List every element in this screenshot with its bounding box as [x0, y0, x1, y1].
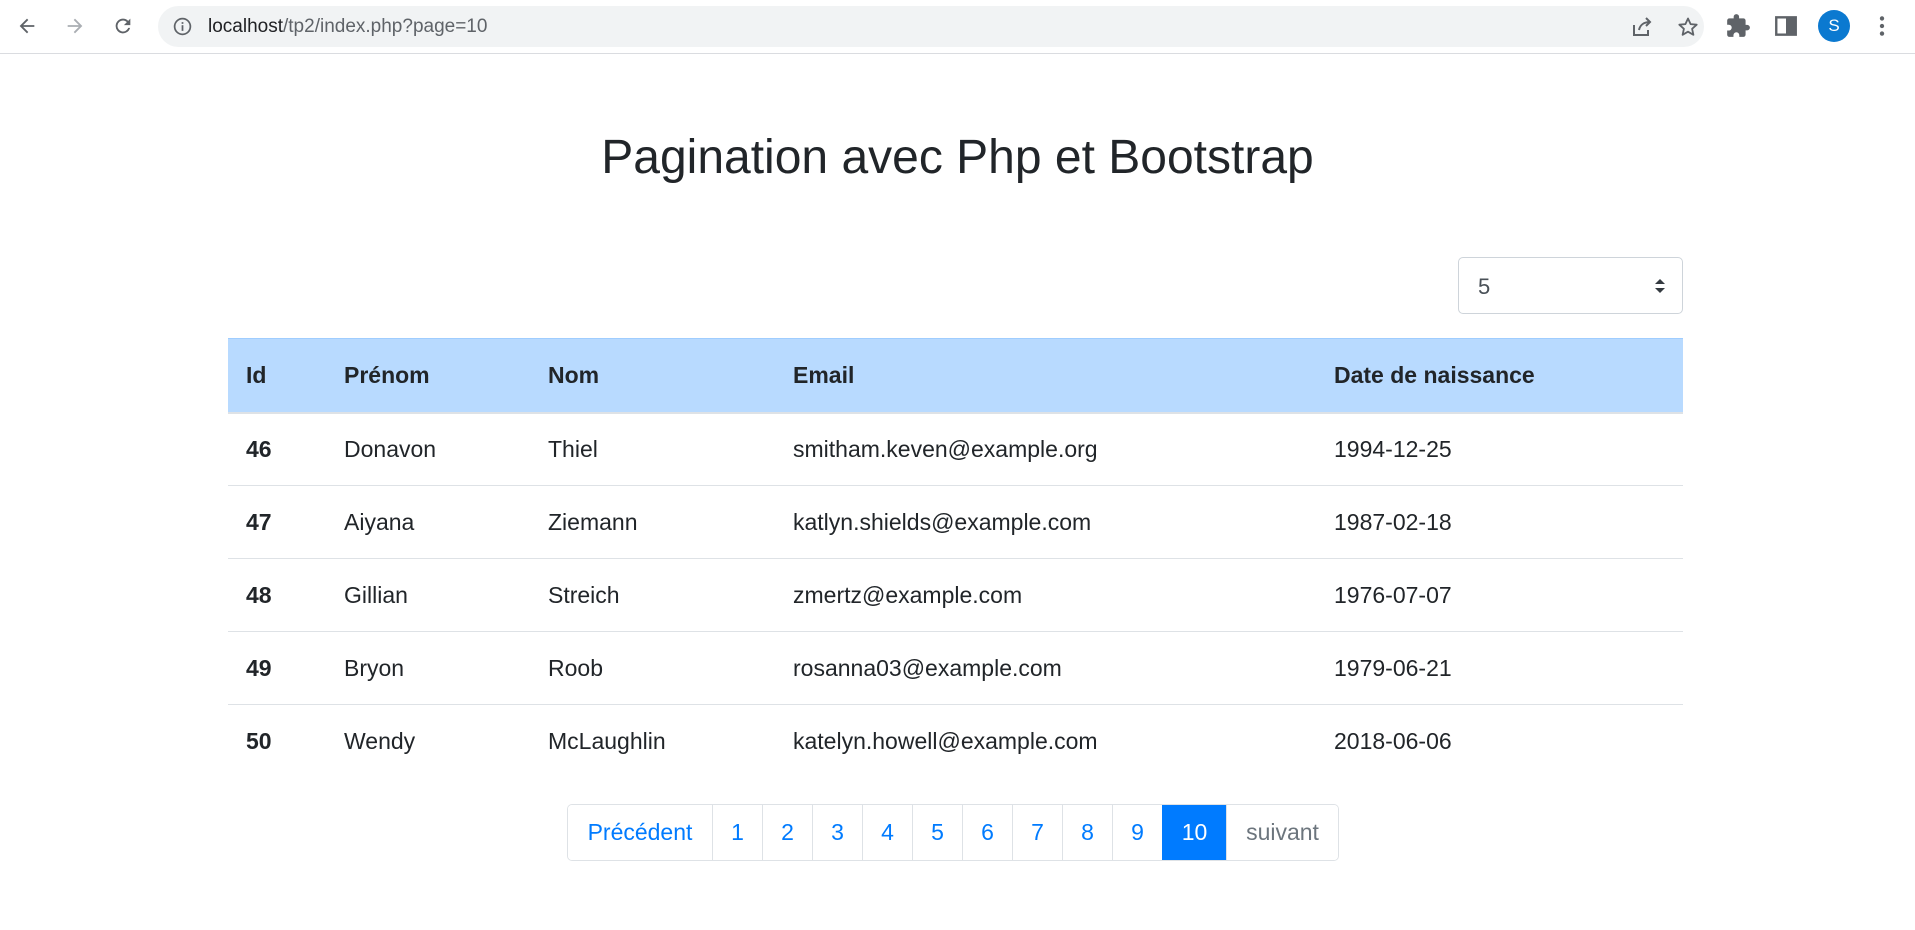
- cell-last-name: Roob: [530, 631, 775, 705]
- reload-icon[interactable]: [105, 8, 141, 44]
- table-row: 49 Bryon Roob rosanna03@example.com 1979…: [228, 631, 1683, 705]
- extensions-icon[interactable]: [1725, 13, 1751, 39]
- pagination-next[interactable]: suivant: [1226, 805, 1338, 860]
- page-link-4[interactable]: 4: [862, 805, 912, 860]
- url-text[interactable]: localhost/tp2/index.php?page=10: [208, 16, 487, 38]
- forward-icon[interactable]: [57, 8, 93, 44]
- back-icon[interactable]: [9, 8, 45, 44]
- page-link-9[interactable]: 9: [1112, 805, 1162, 860]
- cell-first-name: Gillian: [326, 558, 530, 632]
- cell-id: 46: [228, 412, 326, 486]
- cell-email: katlyn.shields@example.com: [775, 485, 1316, 559]
- table-row: 50 Wendy McLaughlin katelyn.howell@examp…: [228, 705, 1683, 778]
- star-icon[interactable]: [1676, 15, 1700, 39]
- page-link-6[interactable]: 6: [962, 805, 1012, 860]
- cell-birth-date: 1994-12-25: [1316, 412, 1683, 486]
- cell-id: 48: [228, 558, 326, 632]
- sort-arrows-icon: [1655, 279, 1665, 293]
- cell-email: katelyn.howell@example.com: [793, 727, 1098, 754]
- page-link-7[interactable]: 7: [1012, 805, 1062, 860]
- url-path: /tp2/index.php?page=10: [283, 16, 488, 37]
- cell-last-name: McLaughlin: [548, 727, 666, 754]
- browser-toolbar: localhost/tp2/index.php?page=10 S: [0, 0, 1915, 54]
- cell-first-name: Donavon: [326, 412, 530, 486]
- column-header-last-name: Nom: [530, 338, 775, 414]
- pagination: Précédent 1 2 3 4 5 6 7 8 9 10 suivant: [567, 804, 1339, 861]
- cell-email: zmertz@example.com: [775, 558, 1316, 632]
- table-header-row: Id Prénom Nom Email Date de naissance: [228, 338, 1683, 414]
- cell-id: 50: [246, 727, 272, 754]
- page-link-8[interactable]: 8: [1062, 805, 1112, 860]
- share-icon[interactable]: [1630, 15, 1654, 39]
- menu-icon[interactable]: [1869, 13, 1895, 39]
- table-row: 48 Gillian Streich zmertz@example.com 19…: [228, 558, 1683, 632]
- cell-first-name: Aiyana: [326, 485, 530, 559]
- table-row: 46 Donavon Thiel smitham.keven@example.o…: [228, 412, 1683, 486]
- cell-id: 49: [228, 631, 326, 705]
- cell-email: smitham.keven@example.org: [775, 412, 1316, 486]
- cell-first-name: Bryon: [326, 631, 530, 705]
- cell-birth-date: 1987-02-18: [1316, 485, 1683, 559]
- column-header-birth-date: Date de naissance: [1316, 338, 1683, 414]
- users-table: Id Prénom Nom Email Date de naissance 46…: [228, 338, 1683, 778]
- info-icon[interactable]: [172, 16, 193, 37]
- per-page-value: 5: [1478, 274, 1491, 299]
- cell-email: rosanna03@example.com: [775, 631, 1316, 705]
- column-header-first-name: Prénom: [326, 338, 530, 414]
- cell-birth-date: 2018-06-06: [1334, 727, 1452, 754]
- cell-id: 47: [228, 485, 326, 559]
- side-panel-icon[interactable]: [1773, 13, 1799, 39]
- page-link-3[interactable]: 3: [812, 805, 862, 860]
- pagination-previous[interactable]: Précédent: [568, 805, 712, 860]
- address-bar[interactable]: localhost/tp2/index.php?page=10: [158, 6, 1704, 47]
- page-link-5[interactable]: 5: [912, 805, 962, 860]
- cell-last-name: Streich: [530, 558, 775, 632]
- per-page-select[interactable]: 5: [1458, 257, 1683, 314]
- cell-last-name: Ziemann: [530, 485, 775, 559]
- profile-avatar[interactable]: S: [1818, 10, 1850, 42]
- cell-last-name: Thiel: [530, 412, 775, 486]
- column-header-email: Email: [775, 338, 1316, 414]
- page-link-current[interactable]: 10: [1162, 805, 1226, 860]
- page-title: Pagination avec Php et Bootstrap: [601, 131, 1314, 184]
- column-header-id: Id: [228, 338, 326, 414]
- cell-first-name: Wendy: [344, 727, 416, 754]
- page-link-1[interactable]: 1: [712, 805, 762, 860]
- url-host: localhost: [208, 16, 283, 37]
- table-row: 47 Aiyana Ziemann katlyn.shields@example…: [228, 485, 1683, 559]
- page-link-2[interactable]: 2: [762, 805, 812, 860]
- cell-birth-date: 1976-07-07: [1316, 558, 1683, 632]
- cell-birth-date: 1979-06-21: [1316, 631, 1683, 705]
